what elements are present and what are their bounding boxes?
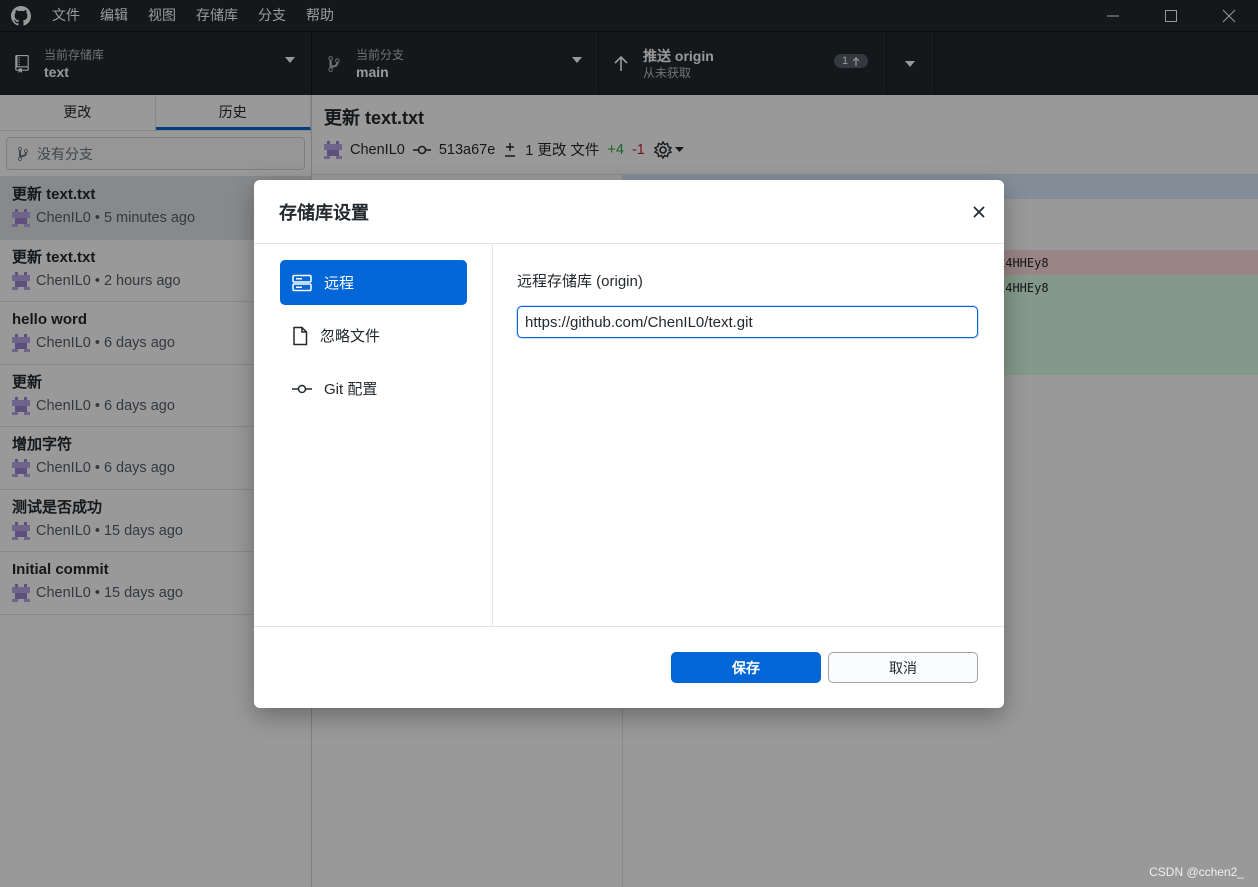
nav-ignored-files[interactable]: 忽略文件 xyxy=(280,313,467,358)
server-icon xyxy=(292,274,312,291)
remote-url-input[interactable] xyxy=(517,306,978,338)
close-dialog-button[interactable] xyxy=(970,203,988,221)
file-icon xyxy=(293,326,308,345)
remote-settings-panel: 远程存储库 (origin) xyxy=(517,270,978,338)
settings-nav: 远程 忽略文件 Git 配置 xyxy=(254,244,493,626)
remote-url-label: 远程存储库 (origin) xyxy=(517,273,643,290)
dialog-title: 存储库设置 xyxy=(279,202,369,223)
nav-remote[interactable]: 远程 xyxy=(280,260,467,305)
repository-settings-dialog: 存储库设置 远程 忽略文件 Git 配置 远程存储库 (origin) 保存 取… xyxy=(254,180,1004,708)
modal-overlay-top xyxy=(0,0,1258,95)
save-button[interactable]: 保存 xyxy=(671,652,821,683)
git-commit-icon xyxy=(292,384,312,393)
nav-git-config[interactable]: Git 配置 xyxy=(280,366,467,411)
watermark: CSDN @cchen2_ xyxy=(1149,865,1244,879)
cancel-button[interactable]: 取消 xyxy=(828,652,978,683)
